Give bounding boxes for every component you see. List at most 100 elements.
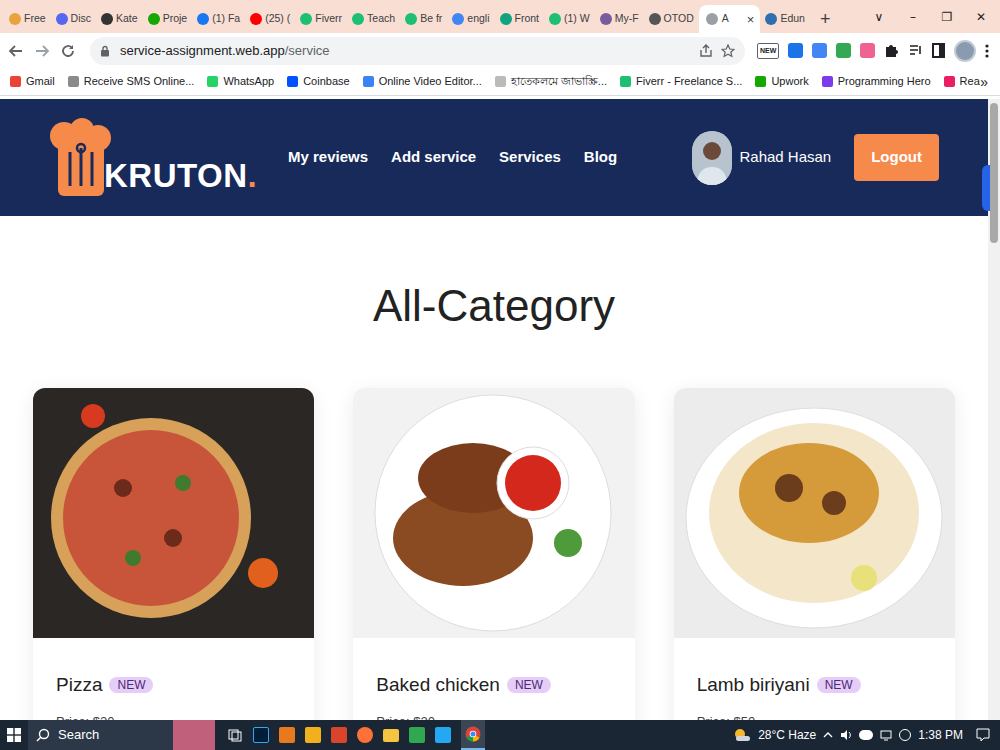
extension-icon[interactable] xyxy=(836,43,851,58)
star-icon[interactable] xyxy=(721,44,735,58)
side-panel-icon[interactable] xyxy=(932,43,945,58)
task-view-icon[interactable] xyxy=(227,727,243,743)
card-title: Lamb biriyani xyxy=(697,671,810,700)
sync-icon[interactable] xyxy=(899,729,911,741)
tab-close-button[interactable]: × xyxy=(747,13,755,26)
bookmark[interactable]: WhatsApp xyxy=(207,73,274,90)
extension-icon[interactable] xyxy=(788,43,803,58)
address-bar[interactable]: service-assignment.web.app/service xyxy=(90,37,745,65)
window-controls: ∨–❐✕ xyxy=(862,0,998,33)
chrome-icon[interactable] xyxy=(461,720,485,750)
browser-tab[interactable]: (1) Fa xyxy=(192,5,245,33)
restore-button[interactable]: ❐ xyxy=(930,8,964,26)
browser-tab[interactable]: Kate xyxy=(96,5,143,33)
app-icon[interactable] xyxy=(409,727,425,743)
chevron-up-icon[interactable] xyxy=(823,730,833,740)
bookmark[interactable]: Coinbase xyxy=(287,73,349,90)
favicon-icon xyxy=(549,13,561,25)
extension-icon[interactable]: NEW xyxy=(757,43,779,59)
app-icon[interactable] xyxy=(305,727,321,743)
service-card[interactable]: Baked chickenNEWPrice: $20 xyxy=(353,388,634,720)
extension-icon[interactable] xyxy=(860,43,875,58)
logo[interactable]: KRUTON. xyxy=(48,118,236,198)
speaker-icon[interactable] xyxy=(840,729,852,741)
app-icon[interactable] xyxy=(331,727,347,743)
bookmark[interactable]: Upwork xyxy=(755,73,808,90)
browser-tab[interactable]: Fiverr xyxy=(295,5,347,33)
tab-label: (25) ( xyxy=(265,11,290,27)
folder-icon[interactable] xyxy=(383,729,399,742)
browser-tab[interactable]: My-F xyxy=(595,5,644,33)
bookmark[interactable]: Receive SMS Online... xyxy=(68,73,195,90)
reload-icon[interactable] xyxy=(60,43,76,59)
favicon-icon xyxy=(101,13,113,25)
browser-tab[interactable]: (1) W xyxy=(544,5,595,33)
new-tab-button[interactable]: + xyxy=(816,10,835,28)
browser-tab[interactable]: Free xyxy=(4,5,51,33)
windows-icon[interactable] xyxy=(0,720,28,750)
weather-text[interactable]: 28°C Haze xyxy=(758,726,816,744)
nav-link[interactable]: Blog xyxy=(584,146,617,169)
service-card[interactable]: Lamb biriyaniNEWPrice: $50 xyxy=(674,388,955,720)
notification-icon[interactable] xyxy=(976,728,990,742)
bookmark-label: Fiverr - Freelance S... xyxy=(636,73,742,90)
browser-tab[interactable]: Front xyxy=(495,5,545,33)
bookmark[interactable]: React Icons xyxy=(944,73,981,90)
nav-link[interactable]: My reviews xyxy=(288,146,368,169)
scrollbar-thumb[interactable] xyxy=(990,103,998,243)
vscode-icon[interactable] xyxy=(435,727,451,743)
service-card[interactable]: PizzaNEWPrice: $20 xyxy=(33,388,314,720)
bookmark[interactable]: হাতেকলমে জাভাস্ক্রি... xyxy=(495,73,607,90)
cloud-icon[interactable] xyxy=(859,730,873,740)
photoshop-icon[interactable] xyxy=(253,727,269,743)
minimize-button[interactable]: – xyxy=(896,8,930,26)
forward-icon[interactable] xyxy=(34,43,50,59)
extension-icon[interactable] xyxy=(812,43,827,58)
close-window-button[interactable]: ✕ xyxy=(964,8,998,26)
browser-tab[interactable]: A× xyxy=(699,5,761,33)
avatar-icon[interactable] xyxy=(692,131,732,185)
floating-tab[interactable] xyxy=(982,165,990,211)
bookmarks-more-button[interactable]: » xyxy=(980,75,988,89)
bookmark[interactable]: Fiverr - Freelance S... xyxy=(620,73,742,90)
nav-link[interactable]: Services xyxy=(499,146,561,169)
card-body: Lamb biriyaniNEWPrice: $50 xyxy=(674,638,955,720)
bookmark[interactable]: Programming Hero xyxy=(822,73,931,90)
app-icon[interactable] xyxy=(279,727,295,743)
bookmark[interactable]: Gmail xyxy=(10,73,55,90)
system-tray: 28°C Haze 1:38 PM xyxy=(733,726,1000,744)
browser-tab[interactable]: engli xyxy=(447,5,494,33)
bookmark-label: Upwork xyxy=(771,73,808,90)
logout-slot: Logout xyxy=(854,134,939,181)
nav-link[interactable]: Add service xyxy=(391,146,476,169)
firefox-icon[interactable] xyxy=(357,727,373,743)
browser-tab[interactable]: (25) ( xyxy=(245,5,295,33)
browser-tab[interactable]: Edun xyxy=(760,5,810,33)
clock[interactable]: 1:38 PM xyxy=(918,726,963,744)
tab-search-button[interactable]: ∨ xyxy=(862,8,896,26)
weather-icon xyxy=(733,728,751,742)
back-icon[interactable] xyxy=(8,43,24,59)
browser-tab[interactable]: Teach xyxy=(347,5,400,33)
browser-tab[interactable]: Proje xyxy=(143,5,193,33)
search-box[interactable]: Search xyxy=(28,720,215,750)
menu-icon[interactable] xyxy=(985,43,991,59)
bookmark-icon xyxy=(944,76,955,87)
browser-tab[interactable]: Be fr xyxy=(400,5,447,33)
media-icon[interactable] xyxy=(908,43,923,58)
scrollbar[interactable] xyxy=(988,99,1000,720)
browser-tab[interactable]: Disc xyxy=(51,5,96,33)
browser-tab[interactable]: OTOD xyxy=(644,5,699,33)
new-tab-slot: + xyxy=(810,5,835,33)
network-icon[interactable] xyxy=(880,729,892,741)
bookmark-icon xyxy=(363,76,374,87)
favicon-icon xyxy=(250,13,262,25)
puzzle-icon[interactable] xyxy=(884,43,899,58)
share-icon[interactable] xyxy=(699,44,713,58)
profile-icon[interactable] xyxy=(954,40,976,62)
bookmark[interactable]: Online Video Editor... xyxy=(363,73,482,90)
logout-button[interactable]: Logout xyxy=(854,134,939,181)
tab-label: Edun xyxy=(780,11,805,27)
taskbar: Search 28°C Haze 1:38 PM xyxy=(0,720,1000,750)
card-title-row: PizzaNEW xyxy=(56,671,291,700)
